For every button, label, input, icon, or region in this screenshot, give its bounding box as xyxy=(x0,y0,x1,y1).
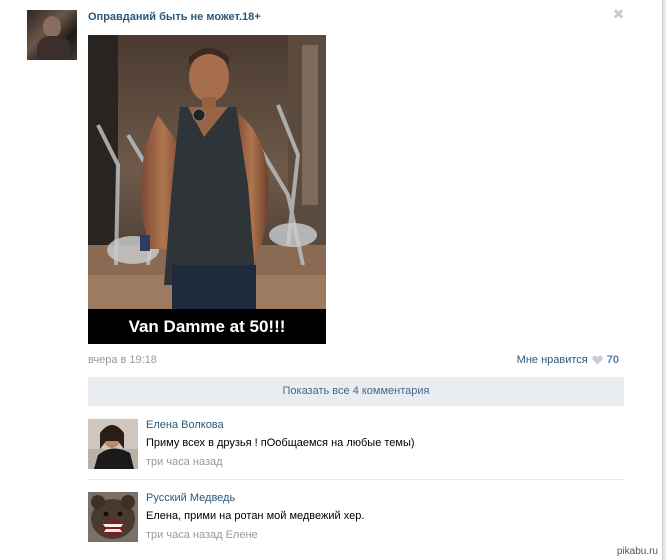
group-name-link[interactable]: Оправданий быть не может.18+ xyxy=(88,11,261,23)
comment-divider xyxy=(88,479,624,480)
comment-time-link[interactable]: три часа назад xyxy=(146,456,223,468)
heart-icon xyxy=(592,355,603,365)
post-photo[interactable]: Van Damme at 50!!! xyxy=(88,35,326,344)
gym-photo-illustration xyxy=(88,35,326,309)
image-caption: Van Damme at 50!!! xyxy=(88,309,326,344)
like-count: 70 xyxy=(606,354,619,366)
watermark: pikabu.ru xyxy=(614,546,660,557)
like-button[interactable]: Мне нравится 70 xyxy=(517,354,619,366)
post-date-link[interactable]: вчера в 19:18 xyxy=(88,354,157,366)
comment-author-avatar[interactable] xyxy=(88,419,138,469)
comment-author-name[interactable]: Русский Медведь xyxy=(146,492,235,504)
group-avatar[interactable] xyxy=(27,10,77,60)
comment-author-name[interactable]: Елена Волкова xyxy=(146,419,224,431)
show-all-comments-button[interactable]: Показать все 4 комментария xyxy=(88,377,624,406)
comment-text: Елена, прими на ротан мой медвежий хер. xyxy=(146,510,365,522)
comment-author-avatar[interactable] xyxy=(88,492,138,542)
like-label: Мне нравится xyxy=(516,354,588,366)
comment-time-link[interactable]: три часа назад Елене xyxy=(146,529,258,541)
close-icon[interactable]: ✖ xyxy=(612,7,625,21)
comment-text: Приму всех в друзья ! пОобщаемся на любы… xyxy=(146,437,415,449)
